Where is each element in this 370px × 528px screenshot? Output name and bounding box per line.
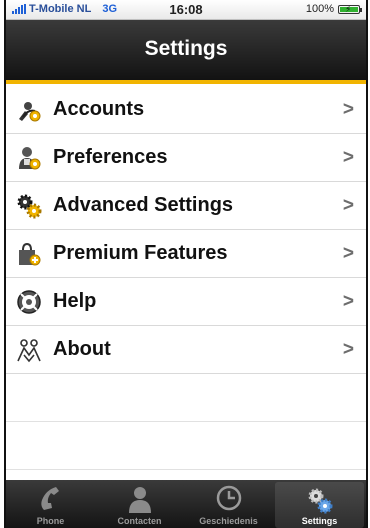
about-icon xyxy=(17,339,41,363)
status-bar: T-Mobile NL 3G 16:08 100% ⚡ xyxy=(6,0,366,20)
navigation-bar: Settings xyxy=(6,20,366,84)
settings-item-advanced-settings[interactable]: Advanced Settings > xyxy=(6,182,366,230)
settings-item-label: Advanced Settings xyxy=(53,194,234,216)
tab-label: Geschiedenis xyxy=(199,516,258,526)
settings-list: Accounts > Preferences > Advanced Settin… xyxy=(6,86,366,470)
settings-item-label: About xyxy=(53,338,111,360)
tab-bar: Phone Contacten Geschiedenis Settings xyxy=(6,480,366,528)
phone-icon xyxy=(40,487,59,510)
tab-settings[interactable]: Settings xyxy=(275,482,364,528)
tab-geschiedenis[interactable]: Geschiedenis xyxy=(184,480,273,528)
chevron-right-icon: > xyxy=(342,99,354,120)
settings-item-preferences[interactable]: Preferences > xyxy=(6,134,366,182)
settings-item-label: Help xyxy=(53,290,97,312)
preferences-icon xyxy=(19,147,41,170)
battery-percent: 100% xyxy=(305,3,334,15)
clock-icon xyxy=(216,485,241,511)
tab-label: Phone xyxy=(36,516,65,526)
settings-item-premium-features[interactable]: Premium Features > xyxy=(6,230,366,278)
settings-item-help[interactable]: Help > xyxy=(6,278,366,326)
settings-item-about[interactable]: About > xyxy=(6,326,366,374)
empty-row xyxy=(6,374,366,422)
tab-label: Contacten xyxy=(117,516,162,526)
contacts-icon xyxy=(128,487,151,513)
advanced-settings-icon xyxy=(17,194,42,219)
chevron-right-icon: > xyxy=(342,339,354,360)
gears-icon xyxy=(308,488,332,514)
tab-phone[interactable]: Phone xyxy=(6,480,95,528)
chevron-right-icon: > xyxy=(342,291,354,312)
help-icon xyxy=(17,290,41,314)
chevron-right-icon: > xyxy=(342,243,354,264)
tab-label: Settings xyxy=(301,516,338,526)
accounts-icon xyxy=(19,102,41,122)
status-right: 100% ⚡ xyxy=(305,3,362,15)
settings-item-label: Accounts xyxy=(53,98,145,120)
empty-row xyxy=(6,422,366,470)
tab-contacten[interactable]: Contacten xyxy=(95,480,184,528)
chevron-right-icon: > xyxy=(342,147,354,168)
settings-item-label: Premium Features xyxy=(53,242,228,264)
battery-icon: ⚡ xyxy=(338,4,362,14)
premium-features-icon xyxy=(19,242,41,266)
settings-item-accounts[interactable]: Accounts > xyxy=(6,86,366,134)
chevron-right-icon: > xyxy=(342,195,354,216)
settings-item-label: Preferences xyxy=(53,146,168,168)
app-frame: T-Mobile NL 3G 16:08 100% ⚡ Settings Acc… xyxy=(4,0,368,528)
page-title: Settings xyxy=(144,37,228,60)
